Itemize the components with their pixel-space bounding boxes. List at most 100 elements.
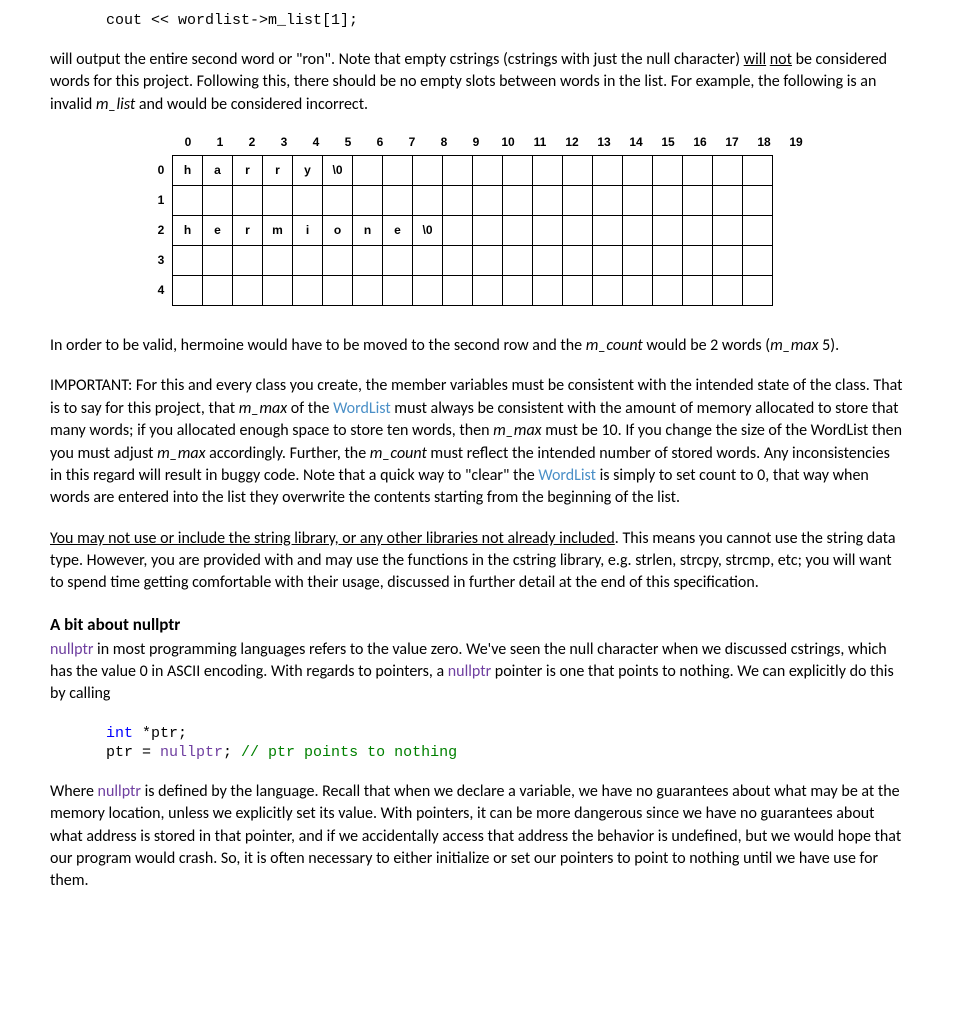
row-header: 3 xyxy=(150,252,172,269)
grid-cell xyxy=(262,275,293,306)
grid-cell: o xyxy=(322,215,353,246)
grid-cell xyxy=(412,185,443,216)
code-block: int *ptr; ptr = nullptr; // ptr points t… xyxy=(106,724,904,763)
grid-cell xyxy=(382,245,413,276)
keyword-nullptr: nullptr xyxy=(98,782,141,801)
keyword-nullptr: nullptr xyxy=(448,662,491,681)
grid-cell xyxy=(472,185,503,216)
memory-grid: 012345678910111213141516171819 0harry\01… xyxy=(150,134,904,305)
grid-cell xyxy=(652,275,683,306)
grid-row: 2hermione\0 xyxy=(150,215,904,245)
col-header: 1 xyxy=(204,134,236,155)
grid-cell xyxy=(712,245,743,276)
text: In order to be valid, hermoine would hav… xyxy=(50,336,586,355)
grid-cell xyxy=(622,185,653,216)
col-header: 17 xyxy=(716,134,748,155)
grid-cell xyxy=(682,245,713,276)
code-line-1: cout << wordlist->m_list[1]; xyxy=(106,10,904,31)
keyword-int: int xyxy=(106,725,133,742)
text: and would be considered incorrect. xyxy=(135,95,368,114)
grid-cell xyxy=(562,275,593,306)
col-header: 9 xyxy=(460,134,492,155)
grid-row: 1 xyxy=(150,185,904,215)
grid-cell xyxy=(352,275,383,306)
col-header: 13 xyxy=(588,134,620,155)
grid-cell xyxy=(472,245,503,276)
grid-cell xyxy=(472,275,503,306)
grid-cell: h xyxy=(172,215,203,246)
paragraph-5: nullptr in most programming languages re… xyxy=(50,639,904,706)
text-italic: m_list xyxy=(96,95,135,114)
section-heading: A bit about nullptr xyxy=(50,613,904,637)
keyword-nullptr: nullptr xyxy=(50,640,93,659)
grid-cell xyxy=(292,185,323,216)
grid-cell: \0 xyxy=(322,155,353,186)
col-header: 3 xyxy=(268,134,300,155)
text-underline: will xyxy=(744,50,766,69)
text-underline: not xyxy=(770,50,792,69)
grid-cell: r xyxy=(232,215,263,246)
grid-cell xyxy=(562,185,593,216)
grid-cell xyxy=(322,245,353,276)
text: accordingly. Further, the xyxy=(206,444,370,463)
col-header: 6 xyxy=(364,134,396,155)
row-header: 1 xyxy=(150,192,172,209)
grid-cell xyxy=(232,275,263,306)
col-header: 0 xyxy=(172,134,204,155)
col-header: 5 xyxy=(332,134,364,155)
grid-cell xyxy=(622,215,653,246)
grid-row: 3 xyxy=(150,245,904,275)
grid-cell: e xyxy=(202,215,233,246)
grid-cell xyxy=(652,245,683,276)
grid-cell xyxy=(712,185,743,216)
grid-cell xyxy=(682,215,713,246)
col-header: 19 xyxy=(780,134,812,155)
grid-cell xyxy=(622,155,653,186)
grid-cell xyxy=(202,185,233,216)
col-header: 8 xyxy=(428,134,460,155)
grid-cell xyxy=(532,155,563,186)
paragraph-1: will output the entire second word or "r… xyxy=(50,49,904,116)
grid-cell xyxy=(592,215,623,246)
code-comment: // ptr points to nothing xyxy=(241,744,457,761)
grid-row: 4 xyxy=(150,275,904,305)
grid-cell xyxy=(562,155,593,186)
grid-cell xyxy=(712,275,743,306)
grid-cell xyxy=(382,275,413,306)
grid-cell xyxy=(292,245,323,276)
text: ptr = xyxy=(106,744,160,761)
grid-cell: e xyxy=(382,215,413,246)
grid-cell xyxy=(592,275,623,306)
text-italic: m_count xyxy=(370,444,427,463)
grid-cell xyxy=(532,275,563,306)
grid-cell xyxy=(172,185,203,216)
classname: WordList xyxy=(333,399,391,418)
text: will output the entire second word or "r… xyxy=(50,50,744,69)
grid-cell xyxy=(382,185,413,216)
text-underline: You may not use or include the string li… xyxy=(50,529,615,548)
row-header: 4 xyxy=(150,282,172,299)
col-header: 10 xyxy=(492,134,524,155)
grid-cell xyxy=(502,215,533,246)
paragraph-3: IMPORTANT: For this and every class you … xyxy=(50,375,904,509)
grid-cell: \0 xyxy=(412,215,443,246)
grid-cell xyxy=(442,155,473,186)
grid-cell xyxy=(742,185,773,216)
grid-cell xyxy=(682,185,713,216)
text-italic: m_count xyxy=(586,336,643,355)
grid-cell: h xyxy=(172,155,203,186)
grid-cell xyxy=(742,245,773,276)
col-header: 15 xyxy=(652,134,684,155)
grid-cell xyxy=(682,155,713,186)
grid-cell xyxy=(412,275,443,306)
grid-cell xyxy=(442,275,473,306)
paragraph-4: You may not use or include the string li… xyxy=(50,528,904,595)
grid-cell xyxy=(742,155,773,186)
col-header: 4 xyxy=(300,134,332,155)
text-italic: m_max xyxy=(157,444,205,463)
grid-cell xyxy=(262,185,293,216)
grid-cell xyxy=(532,185,563,216)
grid-cell xyxy=(322,185,353,216)
grid-cell xyxy=(172,275,203,306)
col-header: 14 xyxy=(620,134,652,155)
